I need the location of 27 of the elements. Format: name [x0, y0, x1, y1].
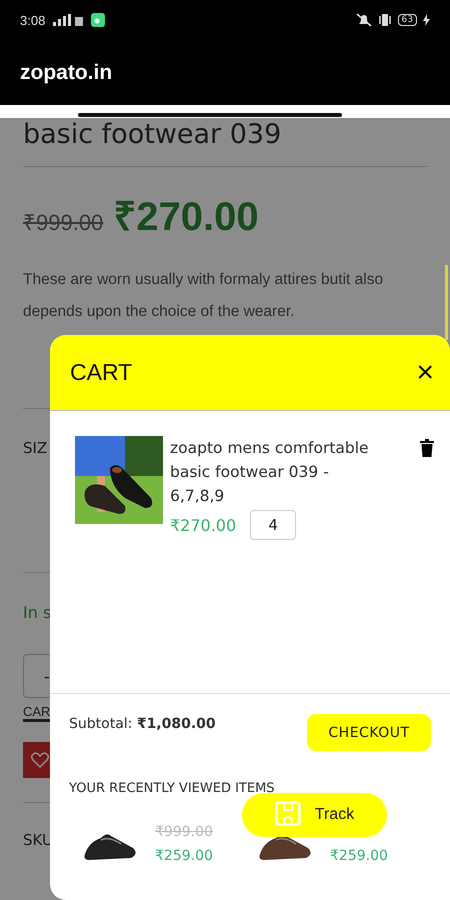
clock-time: 3:08: [20, 12, 46, 28]
item-price: ₹259.00: [330, 848, 388, 864]
cart-item-price: ₹270.00: [170, 516, 236, 534]
product-price: ₹270.00: [113, 194, 259, 241]
subtotal-text: Subtotal: ₹1,080.00: [69, 716, 216, 732]
delete-icon[interactable]: [420, 439, 434, 457]
checkout-button[interactable]: CHECKOUT: [307, 714, 431, 751]
old-price: ₹999.00: [23, 209, 104, 236]
quantity-field[interactable]: 4: [250, 510, 296, 540]
recent-items-heading: YOUR RECENTLY VIEWED ITEMS: [69, 781, 275, 796]
product-title: basic footwear 039: [23, 118, 282, 152]
old-price: ₹999.00: [155, 824, 213, 842]
track-button[interactable]: Track: [242, 793, 387, 837]
battery-level: 63: [398, 14, 417, 26]
app-notification-icon: [91, 13, 106, 27]
size-label: SIZ: [23, 439, 48, 457]
cart-title: CART: [70, 359, 132, 386]
close-button[interactable]: ×: [416, 358, 434, 388]
cart-item-name: zoapto mens comfortable basic footwear 039 - 6,7,8,9: [170, 438, 370, 507]
stock-status: In s: [23, 603, 52, 622]
mute-icon: [356, 13, 372, 27]
vibrate-icon: [378, 13, 392, 27]
site-title: zopato.in: [20, 60, 112, 84]
signal-icon: [51, 14, 86, 26]
item-price: ₹259.00: [155, 848, 213, 864]
charging-icon: [423, 14, 430, 26]
product-description: These are worn usually with formaly attires butit also depends upon the choice of the wearer.: [23, 270, 384, 322]
